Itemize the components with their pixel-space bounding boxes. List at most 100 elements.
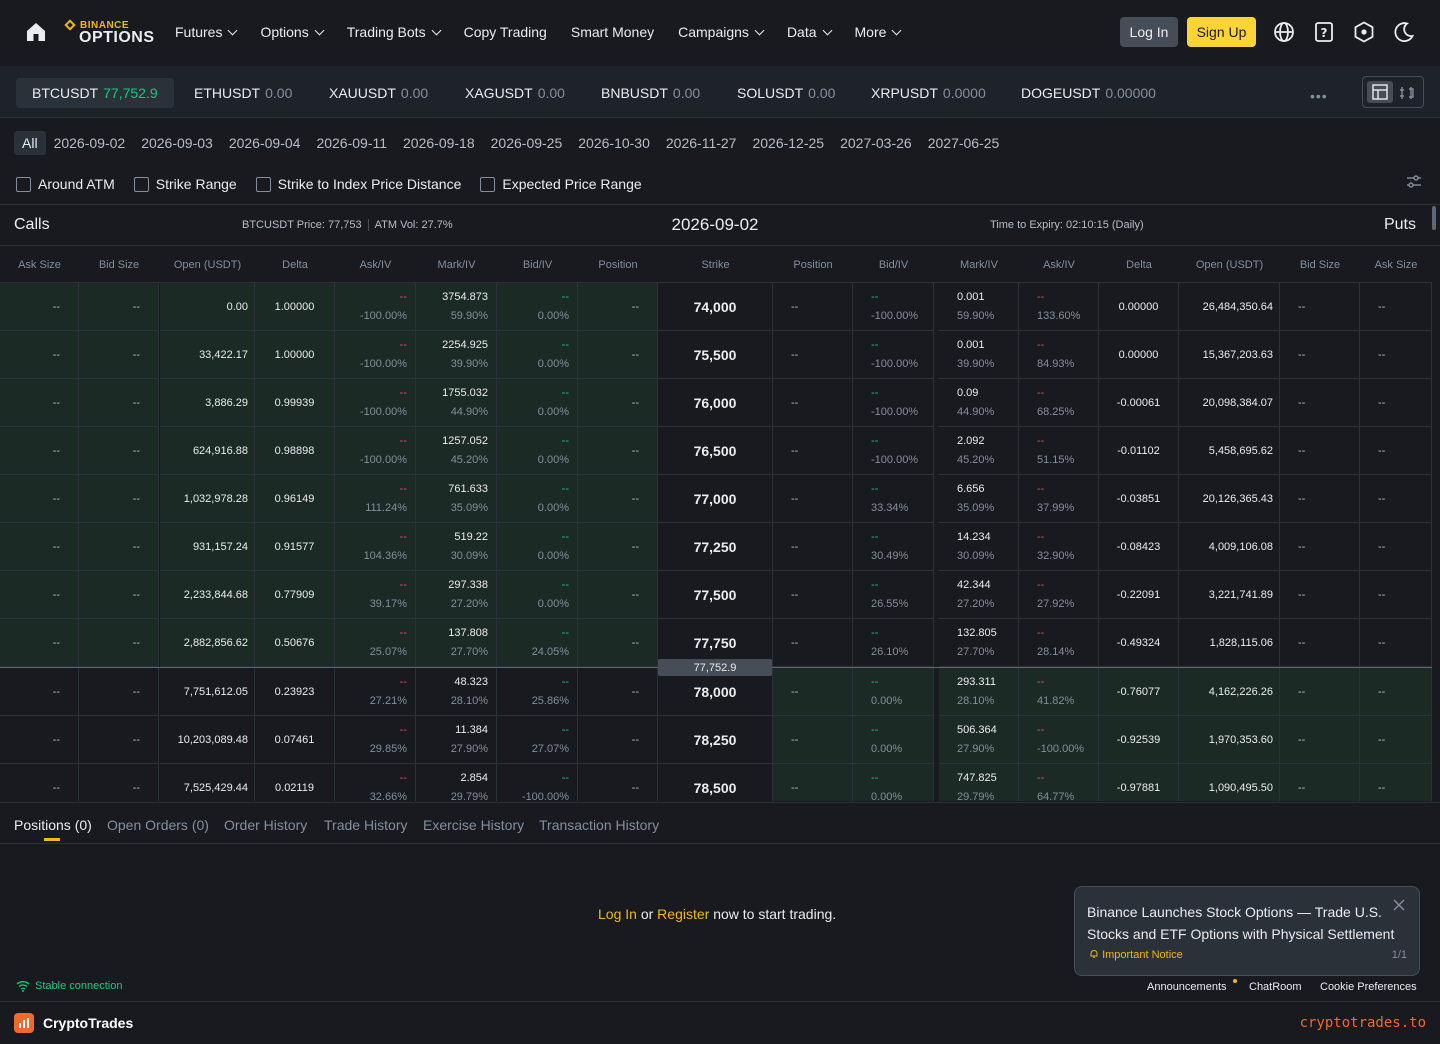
table-row[interactable]: -- -- 1,032,978.28 0.96149 -- 111.24% 761.633 3…	[0, 475, 1432, 523]
put-bid[interactable]: -- 26.10%	[853, 619, 934, 667]
expiry-tab[interactable]: 2027-06-25	[928, 135, 1000, 151]
symbol-tab-xauusdt[interactable]: XAUUSDT 0.00	[329, 78, 428, 108]
call-mark[interactable]: 48.323 28.10%	[416, 668, 497, 716]
put-bid[interactable]: -- -100.00%	[853, 427, 934, 475]
table-row[interactable]: -- -- 2,233,844.68 0.77909 -- 39.17% 297.338 27…	[0, 571, 1432, 619]
footer-link-announcements[interactable]: Announcements	[1147, 981, 1227, 993]
table-row[interactable]: -- -- 931,157.24 0.91577 -- 104.36% 519.22 30.0…	[0, 523, 1432, 571]
filter-expected-price-range[interactable]: Expected Price Range	[480, 176, 642, 192]
call-bid[interactable]: -- 27.07%	[497, 716, 578, 764]
view-table-button[interactable]	[1367, 81, 1393, 103]
call-bid[interactable]: -- 25.86%	[497, 668, 578, 716]
binance-options-logo[interactable]: BINANCE OPTIONS	[64, 18, 156, 48]
put-ask[interactable]: -- 27.92%	[1019, 571, 1099, 619]
put-ask[interactable]: -- 64.77%	[1019, 764, 1099, 801]
call-bid[interactable]: -- 0.00%	[497, 427, 578, 475]
expiry-tab[interactable]: 2026-09-02	[54, 135, 126, 151]
nav-data[interactable]: Data	[787, 24, 832, 40]
checkbox[interactable]	[480, 176, 496, 192]
put-mark[interactable]: 0.001 39.90%	[939, 331, 1019, 379]
table-row[interactable]: -- -- 33,422.17 1.00000 -- -100.00% 2254.925 39…	[0, 331, 1432, 379]
put-mark[interactable]: 132.805 27.70%	[939, 619, 1019, 667]
symbol-tab-solusdt[interactable]: SOLUSDT 0.00	[737, 78, 835, 108]
globe-icon[interactable]	[1272, 20, 1296, 44]
put-bid[interactable]: -- 0.00%	[853, 668, 934, 716]
expiry-tab[interactable]: 2026-09-03	[141, 135, 213, 151]
put-bid[interactable]: -- 0.00%	[853, 716, 934, 764]
call-mark[interactable]: 2254.925 39.90%	[416, 331, 497, 379]
put-bid[interactable]: -- 30.49%	[853, 523, 934, 571]
table-row[interactable]: -- -- 10,203,089.48 0.07461 -- 29.85% 11.384 27…	[0, 716, 1432, 764]
put-bid[interactable]: -- 26.55%	[853, 571, 934, 619]
tab-transaction-history[interactable]: Transaction History	[539, 817, 659, 833]
announcement-title[interactable]: Binance Launches Stock Options — Trade U…	[1087, 901, 1399, 945]
call-bid[interactable]: -- 0.00%	[497, 331, 578, 379]
put-mark[interactable]: 42.344 27.20%	[939, 571, 1019, 619]
dark-mode-icon[interactable]	[1392, 20, 1416, 44]
put-ask[interactable]: -- 133.60%	[1019, 283, 1099, 331]
table-row[interactable]: -- -- 7,525,429.44 0.02119 -- 32.66% 2.854 29.7…	[0, 764, 1432, 801]
call-mark[interactable]: 1257.052 45.20%	[416, 427, 497, 475]
call-mark[interactable]: 2.854 29.79%	[416, 764, 497, 801]
symbol-tab-ethusdt[interactable]: ETHUSDT 0.00	[194, 78, 292, 108]
put-mark[interactable]: 14.234 30.09%	[939, 523, 1019, 571]
call-mark[interactable]: 11.384 27.90%	[416, 716, 497, 764]
register-link[interactable]: Register	[657, 906, 709, 922]
nav-trading-bots[interactable]: Trading Bots	[347, 24, 442, 40]
put-ask[interactable]: -- 37.99%	[1019, 475, 1099, 523]
call-bid[interactable]: -- -100.00%	[497, 764, 578, 801]
call-mark[interactable]: 519.22 30.09%	[416, 523, 497, 571]
call-bid[interactable]: -- 0.00%	[497, 571, 578, 619]
call-ask[interactable]: -- 104.36%	[335, 523, 416, 571]
symbol-tab-xagusdt[interactable]: XAGUSDT 0.00	[465, 78, 565, 108]
nav-options[interactable]: Options	[260, 24, 325, 40]
call-bid[interactable]: -- 0.00%	[497, 523, 578, 571]
close-icon[interactable]	[1393, 899, 1405, 911]
put-ask[interactable]: -- 84.93%	[1019, 331, 1099, 379]
call-ask[interactable]: -- 27.21%	[335, 668, 416, 716]
symbol-tab-btcusdt[interactable]: BTCUSDT 77,752.9	[16, 78, 174, 108]
nav-smart-money[interactable]: Smart Money	[571, 24, 654, 40]
put-mark[interactable]: 2.092 45.20%	[939, 427, 1019, 475]
tab-open-orders-0[interactable]: Open Orders (0)	[107, 817, 209, 833]
put-mark[interactable]: 506.364 27.90%	[939, 716, 1019, 764]
put-ask[interactable]: -- 68.25%	[1019, 379, 1099, 427]
call-ask[interactable]: -- 29.85%	[335, 716, 416, 764]
put-mark[interactable]: 6.656 35.09%	[939, 475, 1019, 523]
symbol-tab-bnbusdt[interactable]: BNBUSDT 0.00	[601, 78, 700, 108]
tab-exercise-history[interactable]: Exercise History	[423, 817, 524, 833]
nav-campaigns[interactable]: Campaigns	[678, 24, 765, 40]
expiry-tab[interactable]: 2026-11-27	[666, 135, 737, 151]
call-ask[interactable]: -- 32.66%	[335, 764, 416, 801]
put-mark[interactable]: 293.311 28.10%	[939, 668, 1019, 716]
announcement-popup[interactable]: Binance Launches Stock Options — Trade U…	[1074, 886, 1420, 976]
call-ask[interactable]: -- 111.24%	[335, 475, 416, 523]
call-mark[interactable]: 1755.032 44.90%	[416, 379, 497, 427]
expiry-tab[interactable]: 2026-09-18	[403, 135, 475, 151]
call-mark[interactable]: 297.338 27.20%	[416, 571, 497, 619]
nav-more[interactable]: More	[855, 24, 902, 40]
split-view-icon[interactable]	[1397, 83, 1419, 103]
help-icon[interactable]: ?	[1312, 20, 1336, 44]
login-link[interactable]: Log In	[598, 906, 637, 922]
expiry-tab[interactable]: 2027-03-26	[840, 135, 912, 151]
tab-order-history[interactable]: Order History	[224, 817, 307, 833]
call-bid[interactable]: -- 0.00%	[497, 283, 578, 331]
put-mark[interactable]: 0.09 44.90%	[939, 379, 1019, 427]
nav-copy-trading[interactable]: Copy Trading	[464, 24, 547, 40]
tab-positions-0[interactable]: Positions (0)	[14, 817, 92, 833]
tab-trade-history[interactable]: Trade History	[324, 817, 408, 833]
checkbox[interactable]	[133, 176, 149, 192]
expiry-tab[interactable]: 2026-09-04	[229, 135, 301, 151]
home-icon[interactable]	[24, 20, 48, 44]
put-ask[interactable]: -- 51.15%	[1019, 427, 1099, 475]
expiry-tab[interactable]: 2026-09-11	[316, 135, 387, 151]
put-mark[interactable]: 0.001 59.90%	[939, 283, 1019, 331]
call-ask[interactable]: -- 25.07%	[335, 619, 416, 667]
expiry-tab[interactable]: 2026-10-30	[578, 135, 650, 151]
checkbox[interactable]	[16, 176, 31, 192]
symbol-tab-xrpusdt[interactable]: XRPUSDT 0.0000	[871, 78, 986, 108]
footer-link-cookie-preferences[interactable]: Cookie Preferences	[1320, 981, 1417, 993]
nav-futures[interactable]: Futures	[175, 24, 238, 40]
checkbox[interactable]	[255, 176, 271, 192]
